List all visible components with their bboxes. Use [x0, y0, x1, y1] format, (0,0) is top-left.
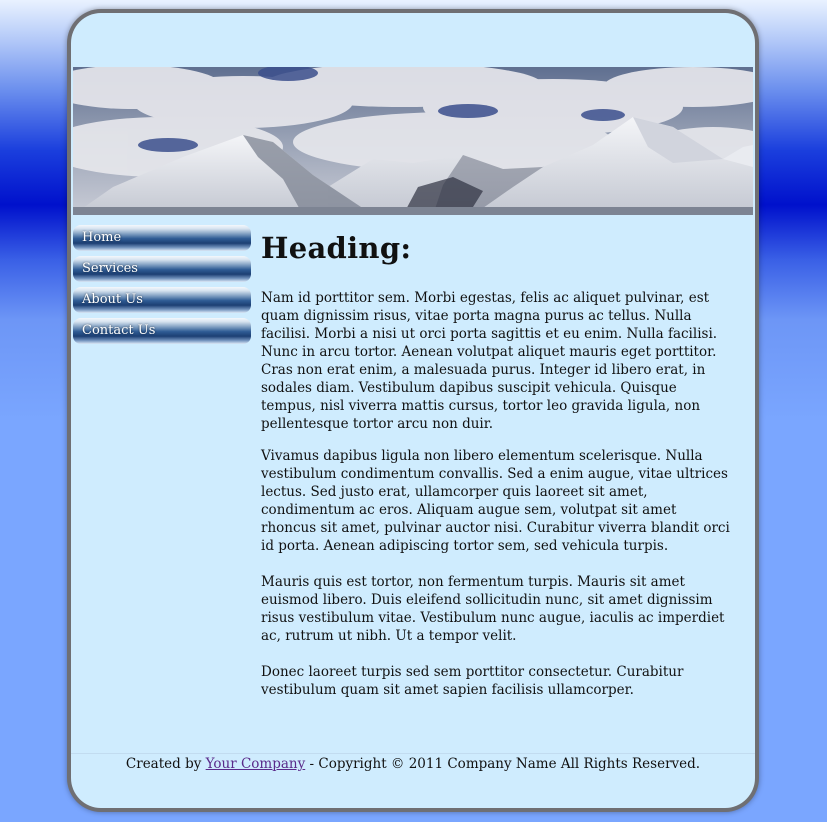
footer-copyright: - Copyright © 2011 Company Name All Righ… — [309, 756, 701, 772]
nav-item-about-us[interactable]: About Us — [73, 287, 251, 313]
page-container: Home Services About Us Contact Us Headin… — [71, 13, 755, 808]
footer: Created by Your Company - Copyright © 20… — [71, 755, 755, 773]
footer-prefix: Created by — [125, 756, 202, 772]
page-heading: Heading: — [261, 231, 412, 265]
nav-item-services[interactable]: Services — [73, 256, 251, 282]
sidebar-nav: Home Services About Us Contact Us — [73, 225, 251, 349]
nav-item-contact-us[interactable]: Contact Us — [73, 318, 251, 344]
content-paragraph: Vivamus dapibus ligula non libero elemen… — [261, 448, 730, 554]
main-content: Heading: Nam id porttitor sem. Morbi ege… — [261, 231, 731, 698]
nav-item-home[interactable]: Home — [73, 225, 251, 251]
header-banner-image — [73, 67, 753, 215]
content-paragraph: Nam id porttitor sem. Morbi egestas, fel… — [261, 290, 718, 432]
content-paragraph: Donec laoreet turpis sed sem porttitor c… — [261, 664, 684, 698]
footer-divider — [71, 753, 755, 754]
footer-company-link[interactable]: Your Company — [206, 756, 306, 772]
content-paragraph: Mauris quis est tortor, non fermentum tu… — [261, 574, 725, 644]
